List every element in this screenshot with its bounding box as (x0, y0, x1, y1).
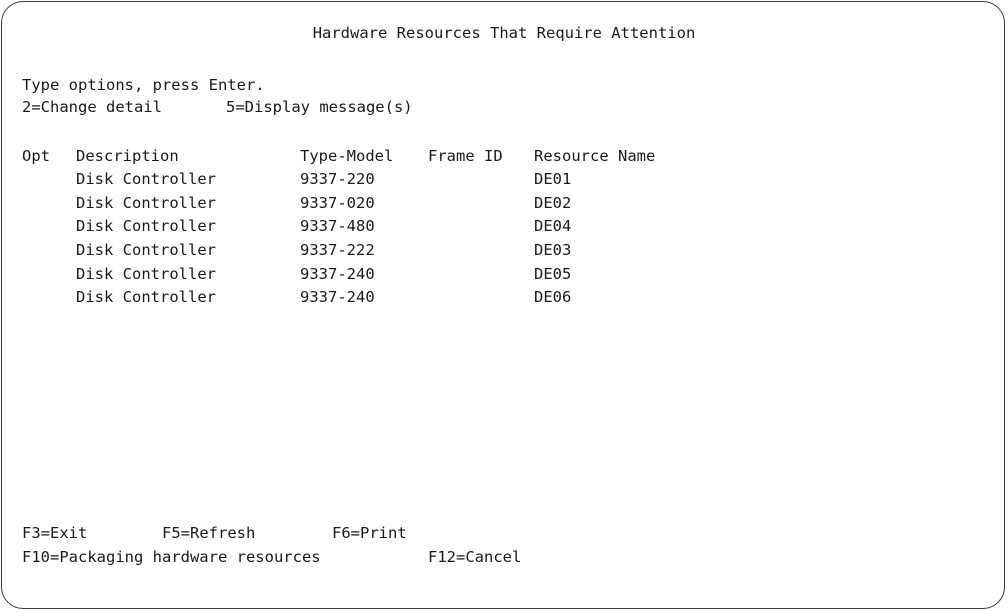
instruction-text: Type options, press Enter. (22, 76, 265, 94)
resource-name-cell: DE03 (534, 241, 572, 259)
f5-refresh-key[interactable]: F5=Refresh (162, 522, 255, 544)
option-input-field[interactable] (26, 264, 66, 284)
option-change-detail: 2=Change detail (22, 98, 162, 116)
resource-name-cell: DE06 (534, 288, 572, 306)
description-cell: Disk Controller (76, 265, 216, 283)
option-input-field[interactable] (26, 216, 66, 236)
description-cell: Disk Controller (76, 170, 216, 188)
resource-name-cell: DE05 (534, 265, 572, 283)
option-input-field[interactable] (26, 287, 66, 307)
resource-name-cell: DE04 (534, 217, 572, 235)
f10-packaging-key[interactable]: F10=Packaging hardware resources (22, 546, 321, 568)
option-display-messages: 5=Display message(s) (226, 98, 413, 116)
resource-name-cell: DE02 (534, 194, 572, 212)
type-model-cell: 9337-220 (300, 170, 375, 188)
type-model-cell: 9337-480 (300, 217, 375, 235)
column-header-description: Description (76, 147, 179, 165)
column-header-opt: Opt (22, 147, 50, 165)
description-cell: Disk Controller (76, 288, 216, 306)
page-title: Hardware Resources That Require Attentio… (312, 24, 696, 42)
option-input-field[interactable] (26, 193, 66, 213)
description-cell: Disk Controller (76, 241, 216, 259)
f6-print-key[interactable]: F6=Print (332, 522, 407, 544)
column-header-resource-name: Resource Name (534, 147, 656, 165)
f3-exit-key[interactable]: F3=Exit (22, 522, 87, 544)
description-cell: Disk Controller (76, 194, 216, 212)
option-input-field[interactable] (26, 240, 66, 260)
option-input-field[interactable] (26, 169, 66, 189)
f12-cancel-key[interactable]: F12=Cancel (428, 546, 521, 568)
column-header-type-model: Type-Model (300, 147, 394, 165)
description-cell: Disk Controller (76, 217, 216, 235)
resource-name-cell: DE01 (534, 170, 572, 188)
type-model-cell: 9337-240 (300, 265, 375, 283)
type-model-cell: 9337-222 (300, 241, 375, 259)
type-model-cell: 9337-240 (300, 288, 375, 306)
column-header-frame-id: Frame ID (428, 147, 503, 165)
terminal-screen: Hardware Resources That Require Attentio… (1, 1, 1005, 609)
type-model-cell: 9337-020 (300, 194, 375, 212)
